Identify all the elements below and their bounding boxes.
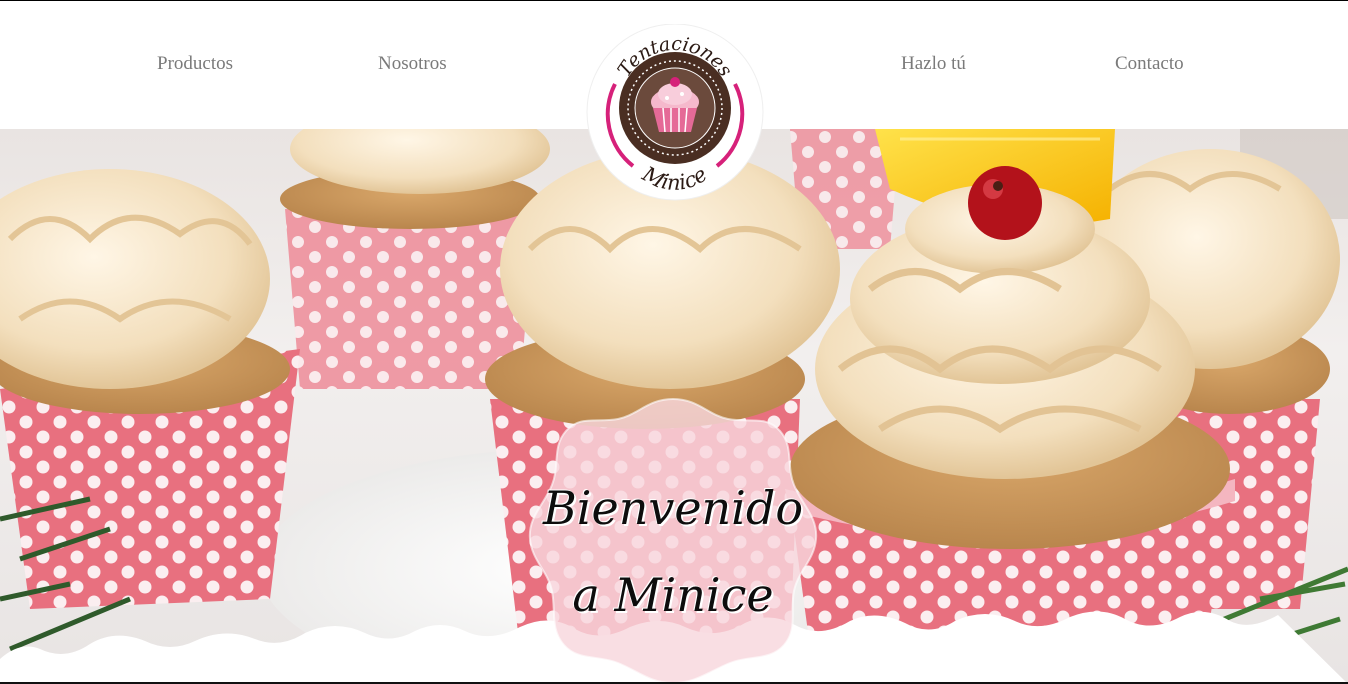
welcome-line-1: Bienvenido [542, 481, 804, 535]
welcome-heading: Bienvenido a Minice [528, 465, 818, 640]
nav-link-hazlo-tu[interactable]: Hazlo tú [901, 53, 966, 75]
welcome-line-2: a Minice [572, 568, 774, 623]
top-border [0, 0, 1348, 1]
nav-link-contacto[interactable]: Contacto [1115, 53, 1184, 75]
nav-link-nosotros[interactable]: Nosotros [378, 53, 447, 75]
hero-banner: Bienvenido a Minice [0, 129, 1348, 684]
nav-link-productos[interactable]: Productos [157, 53, 233, 75]
welcome-badge: Bienvenido a Minice [528, 393, 818, 683]
brand-logo[interactable]: Tentaciones Minice [585, 23, 765, 204]
